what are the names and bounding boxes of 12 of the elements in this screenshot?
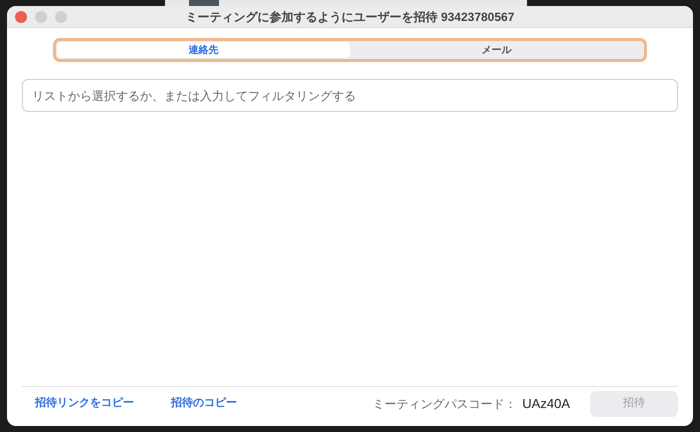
copy-link[interactable]: 招待リンクをコピー bbox=[35, 395, 134, 412]
close-button[interactable] bbox=[15, 10, 27, 22]
tab[interactable]: 連絡先 bbox=[57, 42, 350, 58]
search-field[interactable]: リストから選択するか、または入力してフィルタリングする bbox=[22, 79, 678, 112]
window-title: ミーティングに参加するようにユーザーを招待 93423780567 bbox=[186, 8, 514, 26]
minimize-button[interactable] bbox=[35, 10, 47, 22]
passcode-label: ミーティングパスコード： bbox=[372, 396, 516, 412]
copy-link[interactable]: 招待のコピー bbox=[171, 395, 237, 412]
passcode-value: UAz40A bbox=[522, 394, 570, 413]
zoom-button[interactable] bbox=[55, 10, 67, 22]
tab[interactable]: メール bbox=[350, 42, 643, 58]
avatar-tile bbox=[189, 0, 219, 6]
